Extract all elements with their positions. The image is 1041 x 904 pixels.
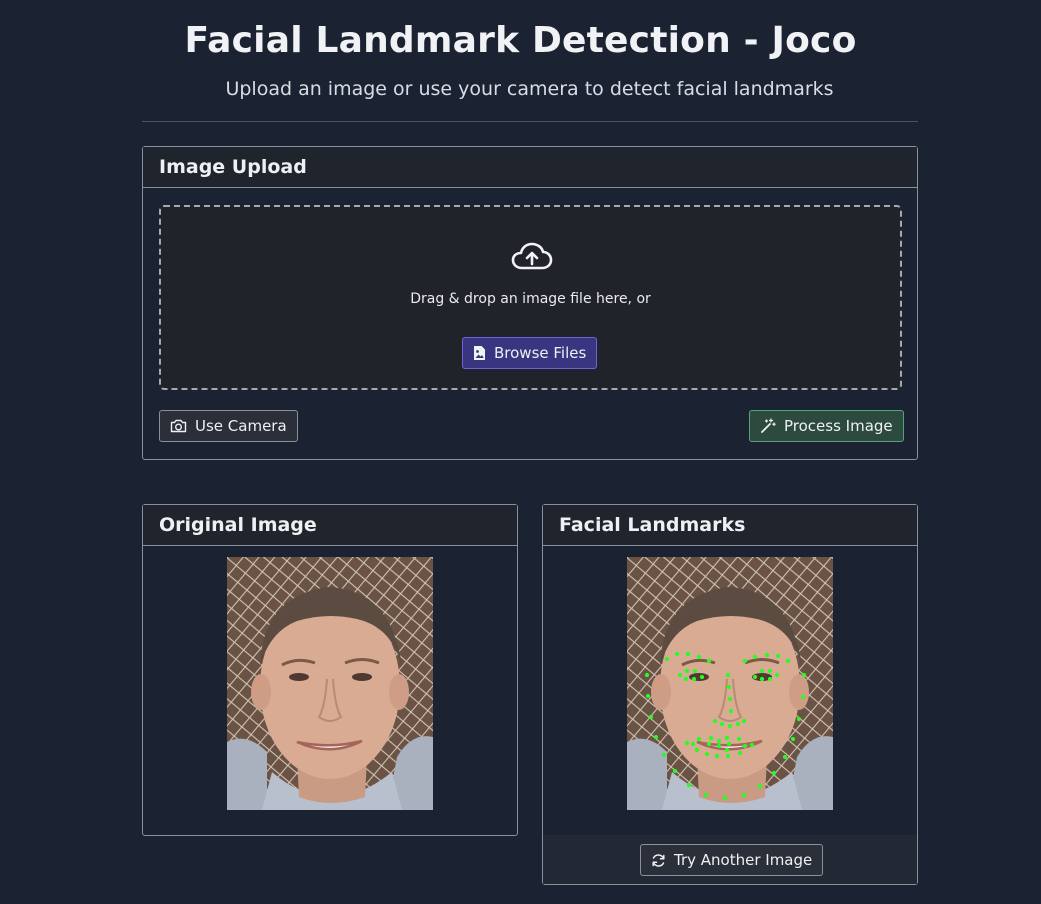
landmark-point (796, 716, 802, 722)
landmark-point (725, 672, 731, 678)
landmark-point (674, 651, 680, 657)
process-image-button[interactable]: Process Image (749, 410, 904, 442)
landmark-point (727, 723, 733, 729)
use-camera-button[interactable]: Use Camera (159, 410, 298, 442)
landmark-point (801, 672, 807, 678)
landmark-point (694, 747, 700, 753)
landmark-point (785, 658, 791, 664)
landmark-point (712, 718, 718, 724)
page-subtitle: Upload an image or use your camera to de… (225, 78, 834, 100)
landmark-point (648, 714, 654, 720)
image-upload-card-title: Image Upload (159, 156, 307, 178)
landmark-point (691, 676, 697, 682)
landmark-point (708, 735, 714, 741)
landmark-point (749, 742, 755, 748)
landmark-point (672, 768, 678, 774)
landmark-point (724, 747, 730, 753)
landmark-point (699, 674, 705, 680)
landmark-point (722, 795, 728, 801)
landmark-point (692, 668, 698, 674)
landmark-point (690, 741, 696, 747)
dropzone[interactable]: Drag & drop an image file here, or Brows… (159, 205, 902, 390)
landmark-point (725, 753, 731, 759)
header-divider (142, 121, 918, 122)
landmark-point (716, 738, 722, 744)
landmark-point (684, 668, 690, 674)
browse-files-label: Browse Files (494, 344, 587, 362)
cloud-upload-icon (511, 242, 553, 270)
landmark-point (706, 741, 712, 747)
refresh-icon (652, 853, 665, 867)
landmark-point (714, 753, 720, 759)
landmark-point (661, 752, 667, 758)
landmark-point (726, 684, 732, 690)
landmark-point (767, 676, 773, 682)
original-face-image (227, 557, 433, 810)
landmark-point (703, 792, 709, 798)
image-upload-card: Image Upload Drag & drop an image file h… (142, 146, 918, 460)
landmark-point (774, 672, 780, 678)
landmark-point (759, 668, 765, 674)
dropzone-text: Drag & drop an image file here, or (410, 291, 651, 307)
landmark-point (653, 734, 659, 740)
facial-landmarks-card-header: Facial Landmarks (543, 505, 917, 546)
landmarks-face-image (627, 557, 833, 810)
landmark-point (696, 654, 702, 660)
landmark-point (741, 718, 747, 724)
landmark-point (752, 654, 758, 660)
landmark-point (704, 751, 710, 757)
magic-wand-icon (761, 418, 776, 433)
landmark-point (724, 735, 730, 741)
use-camera-label: Use Camera (195, 417, 287, 435)
landmark-point (757, 783, 763, 789)
original-image-card: Original Image (142, 504, 518, 836)
facial-landmarks-card-title: Facial Landmarks (559, 514, 746, 536)
landmark-point (782, 754, 788, 760)
landmark-point (719, 721, 725, 727)
landmark-point (752, 674, 758, 680)
landmark-point (771, 770, 777, 776)
landmark-point (800, 694, 806, 700)
landmark-point (737, 750, 743, 756)
landmark-point (767, 668, 773, 674)
landmark-point (716, 743, 722, 749)
landmark-point (685, 651, 691, 657)
landmark-point (726, 741, 732, 747)
try-another-image-button[interactable]: Try Another Image (640, 844, 824, 876)
landmark-point (775, 653, 781, 659)
image-upload-card-header: Image Upload (143, 147, 917, 188)
file-image-icon (474, 346, 485, 360)
landmark-point (684, 740, 690, 746)
landmark-point (728, 708, 734, 714)
landmark-point (664, 656, 670, 662)
landmarks-card-footer: Try Another Image (543, 835, 917, 884)
landmark-point (706, 658, 712, 664)
process-image-label: Process Image (784, 417, 893, 435)
landmark-point (790, 736, 796, 742)
landmark-point (736, 736, 742, 742)
original-image-card-header: Original Image (143, 505, 517, 546)
landmark-point (764, 652, 770, 658)
camera-icon (170, 419, 187, 433)
landmark-point (683, 676, 689, 682)
landmark-point (696, 736, 702, 742)
try-another-image-label: Try Another Image (674, 851, 813, 869)
landmark-point (742, 658, 748, 664)
landmark-point (727, 696, 733, 702)
browse-files-button[interactable]: Browse Files (462, 337, 598, 369)
original-image-card-title: Original Image (159, 514, 317, 536)
landmark-point (759, 676, 765, 682)
landmark-point (742, 743, 748, 749)
facial-landmarks-card: Facial Landmarks Try Another Image (542, 504, 918, 885)
landmark-point (645, 693, 651, 699)
page-title: Facial Landmark Detection - Joco (184, 20, 857, 61)
landmark-point (644, 672, 650, 678)
landmark-point (677, 672, 683, 678)
landmark-point (735, 721, 741, 727)
landmark-point (686, 782, 692, 788)
landmark-point (741, 792, 747, 798)
